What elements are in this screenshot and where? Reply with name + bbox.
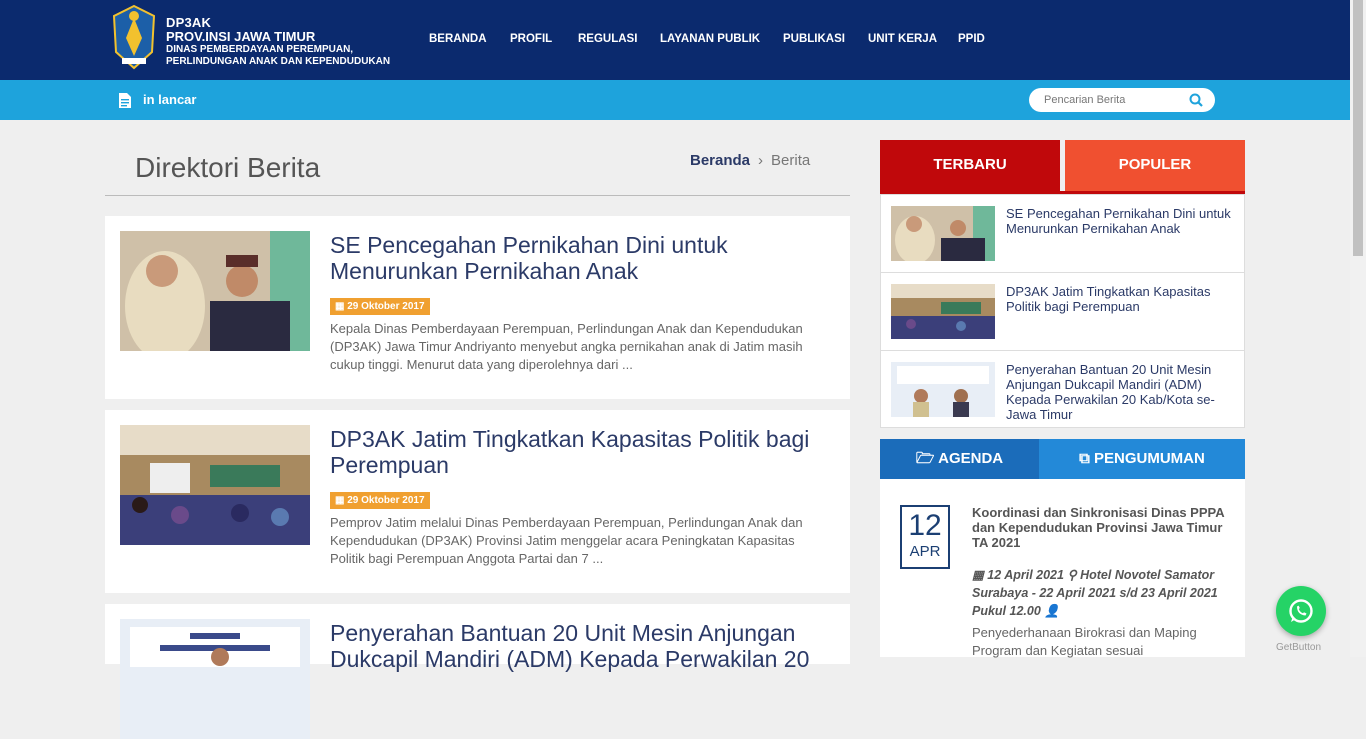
agenda-day: 12: [908, 509, 942, 542]
site-logo[interactable]: DP3AK PROV.INSI JAWA TIMUR DINAS PEMBERD…: [110, 4, 400, 74]
tab-populer[interactable]: POPULER: [1065, 140, 1245, 191]
article-thumbnail[interactable]: [120, 425, 310, 545]
news-tabs: TERBARU POPULER: [880, 140, 1245, 194]
news-thumbnail[interactable]: [891, 284, 995, 339]
getbutton-label[interactable]: GetButton: [1276, 642, 1321, 653]
agenda-description: Penyederhanaan Birokrasi dan Maping Prog…: [972, 625, 1197, 658]
logo-title: DP3AK: [166, 15, 212, 30]
search-icon[interactable]: [1189, 93, 1203, 107]
nav-ppid[interactable]: PPID: [958, 33, 985, 45]
nav-publikasi[interactable]: PUBLIKASI: [783, 33, 845, 45]
whatsapp-button[interactable]: [1276, 586, 1326, 636]
breadcrumb: Beranda › Berita: [690, 152, 810, 169]
map-marker-icon: ⚲: [1067, 568, 1077, 582]
agenda-panel: 12 APR Koordinasi dan Sinkronisasi Dinas…: [880, 479, 1245, 658]
logo-agency-name: DINAS PEMBERDAYAAN PEREMPUAN, PERLINDUNG…: [166, 44, 391, 67]
news-title[interactable]: SE Pencegahan Pernikahan Dini untuk Menu…: [1006, 206, 1236, 236]
breadcrumb-home[interactable]: Beranda: [690, 152, 750, 169]
user-icon: 👤: [1044, 604, 1060, 618]
jatim-emblem-icon: [112, 4, 156, 70]
scrollbar-thumb[interactable]: [1353, 0, 1363, 256]
agenda-title[interactable]: Koordinasi dan Sinkronisasi Dinas PPPA d…: [972, 505, 1227, 550]
page-title: Direktori Berita: [135, 152, 321, 183]
tab-pengumuman-label: PENGUMUMAN: [1094, 450, 1205, 467]
nav-profil[interactable]: PROFIL: [510, 33, 552, 45]
ticker-text[interactable]: in lancar: [143, 92, 196, 107]
nav-unit-kerja[interactable]: UNIT KERJA: [868, 33, 937, 45]
tab-agenda[interactable]: 🗁 AGENDA: [880, 439, 1039, 479]
article-excerpt: Kepala Dinas Pemberdayaan Perempuan, Per…: [330, 321, 803, 372]
search-input[interactable]: Pencarian Berita: [1029, 88, 1215, 112]
logo-subtitle: PROV.INSI JAWA TIMUR: [166, 29, 316, 44]
article-excerpt: Pemprov Jatim melalui Dinas Pemberdayaan…: [330, 515, 803, 566]
whatsapp-icon: [1289, 599, 1313, 623]
agenda-month: APR: [909, 543, 941, 560]
ceremony-photo-image: [891, 362, 995, 417]
article-date: 29 Oktober 2017: [347, 495, 425, 506]
news-title[interactable]: Penyerahan Bantuan 20 Unit Mesin Anjunga…: [1006, 362, 1236, 422]
latest-news-list: SE Pencegahan Pernikahan Dini untuk Menu…: [880, 194, 1245, 428]
calendar-icon: ▦: [335, 495, 345, 506]
calendar-icon: ▦: [972, 568, 984, 582]
news-thumbnail[interactable]: [891, 206, 995, 261]
copy-icon: ⧉: [1079, 450, 1090, 467]
article-title[interactable]: Penyerahan Bantuan 20 Unit Mesin Anjunga…: [330, 620, 840, 672]
news-title[interactable]: DP3AK Jatim Tingkatkan Kapasitas Politik…: [1006, 284, 1236, 314]
breadcrumb-separator: ›: [758, 152, 764, 169]
agenda-date-text: 12 April 2021: [987, 568, 1064, 582]
breadcrumb-current: Berita: [771, 152, 811, 169]
meeting-photo-image: [120, 425, 310, 545]
ceremony-photo-image: [120, 619, 310, 739]
nav-regulasi[interactable]: REGULASI: [578, 33, 637, 45]
agenda-date-box: 12 APR: [900, 505, 950, 569]
document-icon: [119, 93, 131, 108]
article-title[interactable]: DP3AK Jatim Tingkatkan Kapasitas Politik…: [330, 426, 840, 478]
meeting-photo-image: [891, 284, 995, 339]
title-divider: [105, 195, 850, 196]
article-date: 29 Oktober 2017: [347, 301, 425, 312]
calendar-icon: ▦: [335, 301, 345, 312]
tab-terbaru[interactable]: TERBARU: [880, 140, 1060, 191]
search-placeholder: Pencarian Berita: [1044, 94, 1126, 106]
tab-pengumuman[interactable]: ⧉ PENGUMUMAN: [1039, 439, 1245, 479]
folder-open-icon: 🗁: [915, 450, 935, 467]
tab-agenda-label: AGENDA: [938, 450, 1004, 467]
article-date-badge: ▦ 29 Oktober 2017: [330, 492, 430, 509]
article-card: SE Pencegahan Pernikahan Dini untuk Menu…: [105, 216, 850, 399]
article-thumbnail[interactable]: [120, 231, 310, 351]
page-scrollbar[interactable]: [1350, 0, 1366, 657]
wedding-photo-image: [891, 206, 995, 261]
article-thumbnail[interactable]: [120, 619, 310, 739]
nav-beranda[interactable]: BERANDA: [429, 33, 487, 45]
list-item[interactable]: Penyerahan Bantuan 20 Unit Mesin Anjunga…: [881, 351, 1244, 427]
list-item[interactable]: SE Pencegahan Pernikahan Dini untuk Menu…: [881, 195, 1244, 273]
agenda-tabs: 🗁 AGENDA ⧉ PENGUMUMAN: [880, 439, 1245, 479]
news-thumbnail[interactable]: [891, 362, 995, 417]
list-item[interactable]: DP3AK Jatim Tingkatkan Kapasitas Politik…: [881, 273, 1244, 351]
article-date-badge: ▦ 29 Oktober 2017: [330, 298, 430, 315]
article-title[interactable]: SE Pencegahan Pernikahan Dini untuk Menu…: [330, 232, 840, 284]
nav-layanan-publik[interactable]: LAYANAN PUBLIK: [660, 33, 760, 45]
article-card: DP3AK Jatim Tingkatkan Kapasitas Politik…: [105, 410, 850, 593]
article-card: Penyerahan Bantuan 20 Unit Mesin Anjunga…: [105, 604, 850, 739]
agenda-meta: ▦ 12 April 2021 ⚲ Hotel Novotel Samator …: [972, 566, 1232, 620]
wedding-photo-image: [120, 231, 310, 351]
